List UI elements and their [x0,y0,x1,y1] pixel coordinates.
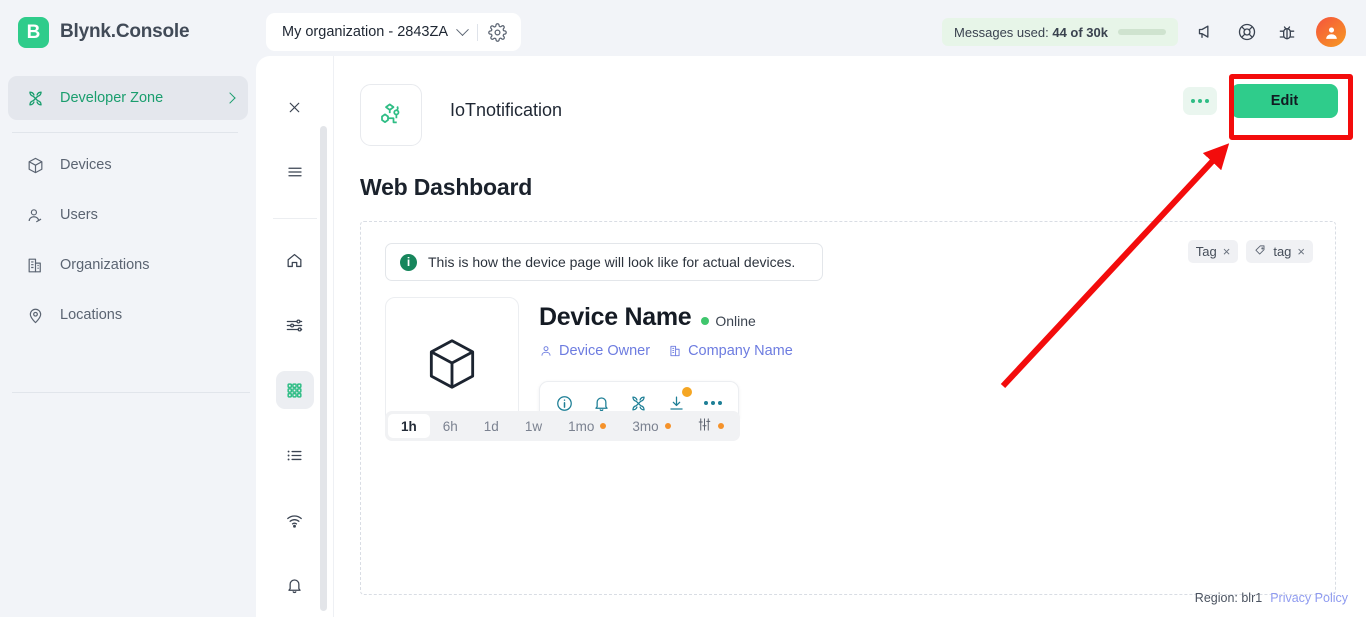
close-icon[interactable]: × [1223,244,1231,259]
messages-usage-bar [1118,29,1166,35]
automation-icon[interactable] [276,306,314,344]
user-avatar[interactable] [1316,17,1346,47]
edit-button[interactable]: Edit [1231,84,1338,118]
sidebar-item-devices[interactable]: Devices [8,143,248,187]
tag-label: Tag [1195,244,1217,259]
sidebar-item-users[interactable]: Users [8,193,248,237]
sidebar-item-label: Locations [60,307,123,323]
device-tags: Tag × tag × [1187,240,1313,263]
tag-label: tag [1273,244,1292,259]
time-range-custom[interactable] [684,414,737,438]
device-subinfo: Device Owner Company Name [539,343,1335,359]
device-name-line: Device Name Online [539,303,1335,332]
grid-icon[interactable] [275,371,314,409]
sidebar-items: Devices Users Organizations Locations [0,143,256,337]
developer-zone-icon [26,89,45,108]
sidebar-item-locations[interactable]: Locations [8,293,248,337]
messages-usage-chip: Messages used: 44 of 30k [942,18,1178,46]
rail-divider [272,218,317,219]
status-badge: Online [701,313,756,329]
tag-chip[interactable]: tag × [1246,240,1313,263]
users-icon [26,206,45,225]
list-icon[interactable] [276,436,314,474]
sidebar: Developer Zone Devices Users Organizatio… [0,64,256,617]
header-actions: Edit [1183,84,1338,118]
template-name: IoTnotification [450,100,563,120]
building-icon [26,256,45,275]
device-owner-label: Device Owner [559,343,651,359]
sidebar-item-label: Users [60,207,98,223]
brand-logo: B [18,16,49,48]
iot-template-icon [360,84,422,146]
premium-dot [664,423,671,429]
sidebar-item-organizations[interactable]: Organizations [8,243,248,287]
main-content: IoTnotification Edit Web Dashboard i Thi… [334,56,1366,617]
messages-usage-text: Messages used: 44 of 30k [954,24,1108,40]
region-label: Region: blr1 [1194,591,1263,605]
status-dot [701,317,710,325]
privacy-policy-link[interactable]: Privacy Policy [1270,591,1348,605]
sidebar-divider [12,132,238,133]
sliders-icon [697,417,712,435]
top-bar-right: Messages used: 44 of 30k [942,17,1366,47]
home-icon[interactable] [276,241,314,279]
sidebar-item-developer-zone[interactable]: Developer Zone [8,76,248,120]
close-icon[interactable]: × [1297,244,1305,259]
close-icon[interactable] [276,88,314,126]
divider [477,23,479,41]
sidebar-item-label: Organizations [60,257,150,273]
premium-dot [717,423,724,429]
premium-dot [600,423,607,429]
device-owner[interactable]: Device Owner [539,343,650,359]
time-range-1h[interactable]: 1h [388,414,430,438]
sidebar-item-label: Devices [60,157,112,173]
location-pin-icon [26,306,45,325]
device-company-label: Company Name [688,343,793,359]
gear-icon[interactable] [488,22,507,42]
time-range-1w[interactable]: 1w [512,414,555,438]
device-company[interactable]: Company Name [668,343,793,359]
tag-icon [1254,244,1267,260]
time-range-1d[interactable]: 1d [471,414,512,438]
template-header: IoTnotification Edit [334,56,1366,146]
building-icon [668,344,682,358]
brand-name: Blynk.Console [60,21,190,42]
organization-selector[interactable]: My organization - 2843ZA [266,13,522,51]
device-name: Device Name [539,303,692,331]
tag-chip[interactable]: Tag × [1187,240,1239,263]
footer-note: Region: blr1 Privacy Policy [1195,591,1348,605]
info-banner-text: This is how the device page will look li… [428,254,796,270]
sidebar-item-label: Developer Zone [60,90,164,106]
icon-rail [256,56,334,617]
ellipsis-icon[interactable] [1183,87,1217,115]
notification-badge [682,387,693,397]
lifebuoy-icon[interactable] [1236,21,1258,43]
app-root: B Blynk.Console My organization - 2843ZA… [0,0,1366,617]
dashboard-preview-area: i This is how the device page will look … [360,221,1336,595]
menu-icon[interactable] [276,153,314,191]
chevron-down-icon[interactable] [456,22,469,36]
time-range-1mo[interactable]: 1mo [555,414,619,438]
time-range-tabs: 1h 6h 1d 1w 1mo 3mo [385,411,740,441]
time-range-6h[interactable]: 6h [430,414,471,438]
sidebar-bottom-divider [12,392,250,393]
time-range-3mo[interactable]: 3mo [619,414,683,438]
bell-icon[interactable] [276,566,314,604]
chevron-right-icon [224,92,236,104]
top-bar: B Blynk.Console My organization - 2843ZA… [0,0,1366,64]
rail-scrollbar[interactable] [320,126,327,611]
person-icon [539,344,553,358]
cube-icon [26,156,45,175]
info-banner: i This is how the device page will look … [385,243,823,281]
page-title: Web Dashboard [360,174,533,200]
wifi-icon[interactable] [276,501,314,539]
info-icon: i [400,253,417,271]
brand[interactable]: B Blynk.Console [0,16,258,48]
megaphone-icon[interactable] [1196,21,1218,43]
status-label: Online [715,313,756,329]
bug-icon[interactable] [1276,21,1298,43]
organization-name: My organization - 2843ZA [282,24,449,40]
